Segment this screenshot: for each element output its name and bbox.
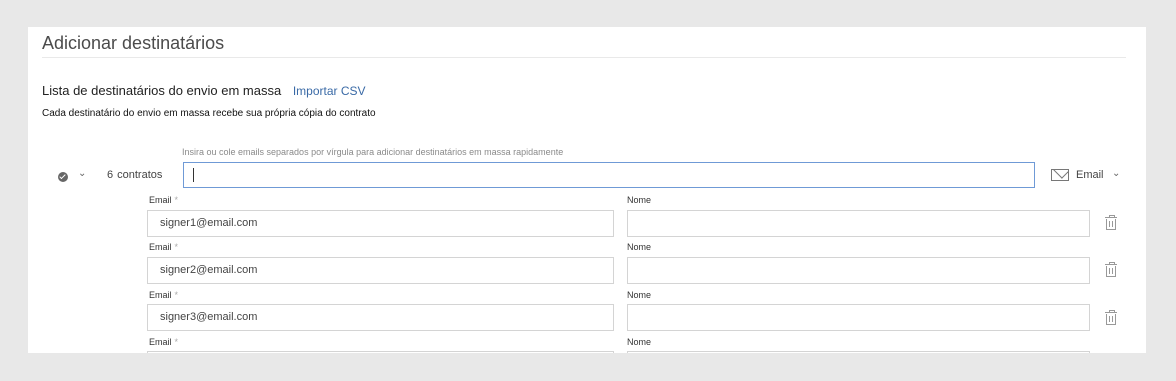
bulk-list-description: Cada destinatário do envio em massa rece… bbox=[42, 108, 376, 119]
email-field-label: Email * bbox=[149, 337, 179, 347]
contract-count-number: 6 bbox=[107, 169, 114, 181]
bulk-email-input[interactable] bbox=[183, 162, 1035, 188]
contract-count: 6 contratos bbox=[107, 169, 162, 181]
recipient-name-field[interactable] bbox=[627, 304, 1090, 331]
recipient-name-field[interactable] bbox=[627, 210, 1090, 237]
email-field-label: Email * bbox=[149, 195, 179, 205]
recipient-email-field[interactable]: signer1@email.com bbox=[147, 210, 614, 237]
recipient-email-field[interactable] bbox=[147, 351, 614, 353]
email-field-label: Email * bbox=[149, 290, 179, 300]
bulk-list-header: Lista de destinatários do envio em massa… bbox=[42, 83, 366, 98]
trash-icon[interactable] bbox=[1105, 215, 1117, 230]
bulk-input-hint: Insira ou cole emails separados por vírg… bbox=[182, 147, 564, 157]
envelope-icon bbox=[1051, 169, 1069, 181]
delivery-method-label[interactable]: Email bbox=[1076, 169, 1104, 181]
recipient-name-field[interactable] bbox=[627, 257, 1090, 284]
add-recipients-panel: Adicionar destinatários Lista de destina… bbox=[28, 27, 1146, 353]
check-circle-icon bbox=[58, 172, 68, 182]
recipient-email-field[interactable]: signer3@email.com bbox=[147, 304, 614, 331]
bulk-list-label: Lista de destinatários do envio em massa bbox=[42, 83, 282, 98]
text-caret bbox=[193, 168, 194, 182]
trash-icon[interactable] bbox=[1105, 310, 1117, 325]
recipient-email-field[interactable]: signer2@email.com bbox=[147, 257, 614, 284]
chevron-down-icon[interactable]: ⌄ bbox=[78, 168, 86, 179]
delivery-method-chevron-down-icon[interactable]: ⌄ bbox=[1112, 168, 1120, 179]
name-field-label: Nome bbox=[627, 242, 652, 252]
email-field-label: Email * bbox=[149, 242, 179, 252]
recipient-name-field[interactable] bbox=[627, 351, 1090, 353]
import-csv-link[interactable]: Importar CSV bbox=[293, 84, 366, 98]
trash-icon[interactable] bbox=[1105, 262, 1117, 277]
name-field-label: Nome bbox=[627, 195, 652, 205]
name-field-label: Nome bbox=[627, 337, 652, 347]
page-title: Adicionar destinatários bbox=[42, 33, 225, 53]
divider bbox=[42, 57, 1126, 58]
contract-count-label: contratos bbox=[117, 169, 163, 181]
name-field-label: Nome bbox=[627, 290, 652, 300]
